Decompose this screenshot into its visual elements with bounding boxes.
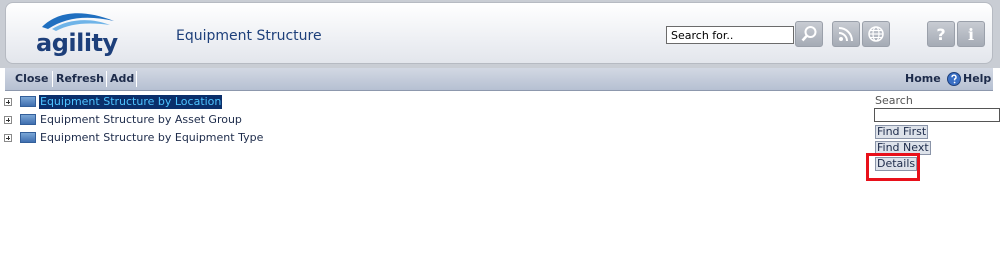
logo-text: agility [36, 29, 118, 57]
agility-logo: agility [28, 9, 118, 63]
header-search-input[interactable] [666, 26, 794, 44]
tree-item-label[interactable]: Equipment Structure by Asset Group [39, 113, 243, 127]
folder-icon [20, 114, 36, 125]
info-icon: i [967, 24, 975, 44]
toolbar: Close Refresh Add Home Help [5, 68, 993, 91]
tree-search-input[interactable] [874, 108, 1000, 122]
globe-icon [868, 26, 884, 42]
help-link[interactable]: Help [943, 68, 995, 90]
help-icon: ? [936, 24, 946, 44]
help-label: Help [963, 72, 992, 85]
find-first-button[interactable]: Find First [875, 125, 929, 139]
search-button[interactable] [795, 21, 823, 47]
search-icon [801, 26, 817, 42]
logo-wave-icon [42, 13, 114, 31]
rss-icon [838, 27, 853, 42]
globe-button[interactable] [862, 21, 890, 47]
page-title: Equipment Structure [176, 28, 322, 44]
toolbar-divider [136, 71, 137, 87]
tree-item-label[interactable]: Equipment Structure by Equipment Type [39, 131, 264, 145]
expand-icon[interactable] [4, 98, 12, 106]
refresh-button[interactable]: Refresh [52, 68, 108, 90]
highlight-box [866, 153, 920, 181]
expand-icon[interactable] [4, 134, 12, 142]
rss-button[interactable] [832, 21, 860, 47]
header-panel: agility Equipment Structure Search for..… [5, 2, 993, 64]
search-label: Search [875, 94, 913, 107]
add-button[interactable]: Add [106, 68, 138, 90]
help-circle-icon [947, 72, 961, 86]
folder-icon [20, 132, 36, 143]
expand-icon[interactable] [4, 116, 12, 124]
help-button[interactable]: ? [927, 21, 955, 47]
folder-icon [20, 96, 36, 107]
app-header: agility Equipment Structure Search for..… [0, 0, 1000, 68]
info-button[interactable]: i [957, 21, 985, 47]
tree-item-label[interactable]: Equipment Structure by Location [39, 95, 223, 109]
home-link[interactable]: Home [901, 68, 945, 90]
close-button[interactable]: Close [11, 68, 52, 90]
